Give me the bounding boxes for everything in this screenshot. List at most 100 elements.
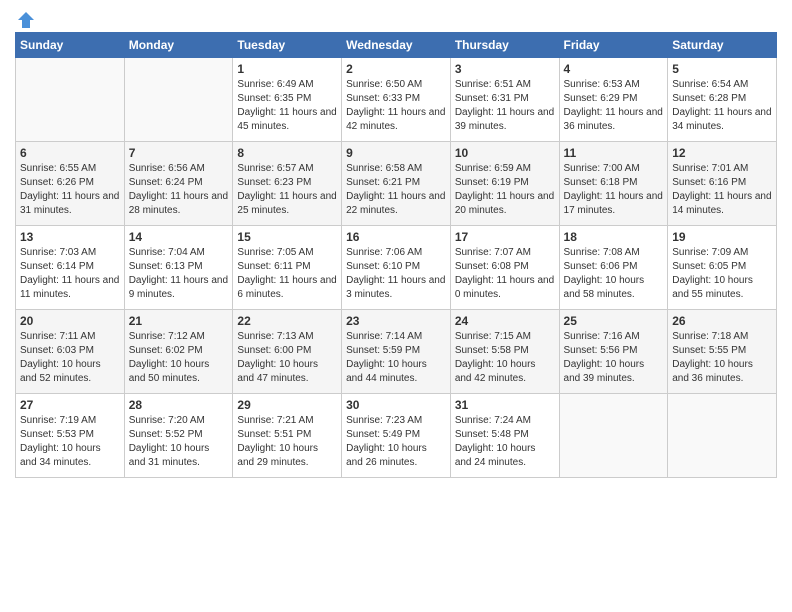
calendar-cell: 12Sunrise: 7:01 AMSunset: 6:16 PMDayligh… <box>668 142 777 226</box>
calendar-cell <box>124 58 233 142</box>
day-number: 12 <box>672 146 772 160</box>
calendar-cell: 8 Sunrise: 6:57 AMSunset: 6:23 PMDaylight… <box>233 142 342 226</box>
day-number: 27 <box>20 398 120 412</box>
calendar-week-row: 13 Sunrise: 7:03 AMSunset: 6:14 PMDayligh… <box>16 226 777 310</box>
day-number: 14 <box>129 230 229 244</box>
day-number: 13 <box>20 230 120 244</box>
day-info: Sunrise: 6:55 AMSunset: 6:26 PMDaylight:… <box>20 162 120 218</box>
weekday-header-row: SundayMondayTuesdayWednesdayThursdayFrid… <box>16 33 777 58</box>
day-number: 5 <box>672 62 772 76</box>
day-info: Sunrise: 7:00 AMSunset: 6:18 PMDaylight:… <box>564 162 664 218</box>
day-info: Sunrise: 7:04 AMSunset: 6:13 PMDaylight:… <box>129 246 229 302</box>
day-info: Sunrise: 6:50 AMSunset: 6:33 PMDaylight:… <box>346 78 446 134</box>
calendar-cell: 16 Sunrise: 7:06 AMSunset: 6:10 PMDayligh… <box>342 226 451 310</box>
calendar-cell: 11 Sunrise: 7:00 AMSunset: 6:18 PMDayligh… <box>559 142 668 226</box>
day-number: 21 <box>129 314 229 328</box>
day-info: Sunrise: 7:07 AMSunset: 6:08 PMDaylight:… <box>455 246 555 302</box>
day-number: 8 <box>237 146 337 160</box>
calendar-cell: 2 Sunrise: 6:50 AMSunset: 6:33 PMDaylight… <box>342 58 451 142</box>
day-number: 30 <box>346 398 446 412</box>
logo <box>15 10 37 26</box>
calendar-cell: 26 Sunrise: 7:18 AMSunset: 5:55 PMDayligh… <box>668 310 777 394</box>
calendar-cell: 3Sunrise: 6:51 AMSunset: 6:31 PMDaylight… <box>450 58 559 142</box>
calendar-cell: 28Sunrise: 7:20 AMSunset: 5:52 PMDayligh… <box>124 394 233 478</box>
calendar-cell: 29 Sunrise: 7:21 AMSunset: 5:51 PMDayligh… <box>233 394 342 478</box>
day-number: 23 <box>346 314 446 328</box>
day-info: Sunrise: 6:54 AMSunset: 6:28 PMDaylight:… <box>672 78 772 134</box>
day-info: Sunrise: 7:12 AMSunset: 6:02 PMDaylight:… <box>129 330 229 386</box>
day-number: 1 <box>237 62 337 76</box>
weekday-header: Sunday <box>16 33 125 58</box>
day-number: 25 <box>564 314 664 328</box>
calendar-cell: 6Sunrise: 6:55 AMSunset: 6:26 PMDaylight… <box>16 142 125 226</box>
day-number: 28 <box>129 398 229 412</box>
calendar-week-row: 27Sunrise: 7:19 AMSunset: 5:53 PMDayligh… <box>16 394 777 478</box>
day-info: Sunrise: 7:03 AMSunset: 6:14 PMDaylight:… <box>20 246 120 302</box>
calendar-cell: 13 Sunrise: 7:03 AMSunset: 6:14 PMDayligh… <box>16 226 125 310</box>
calendar-week-row: 6Sunrise: 6:55 AMSunset: 6:26 PMDaylight… <box>16 142 777 226</box>
day-number: 17 <box>455 230 555 244</box>
calendar-cell: 21 Sunrise: 7:12 AMSunset: 6:02 PMDayligh… <box>124 310 233 394</box>
day-number: 18 <box>564 230 664 244</box>
day-number: 29 <box>237 398 337 412</box>
calendar-cell: 27Sunrise: 7:19 AMSunset: 5:53 PMDayligh… <box>16 394 125 478</box>
calendar-cell: 15 Sunrise: 7:05 AMSunset: 6:11 PMDayligh… <box>233 226 342 310</box>
calendar-cell: 1 Sunrise: 6:49 AMSunset: 6:35 PMDaylight… <box>233 58 342 142</box>
calendar-cell: 10Sunrise: 6:59 AMSunset: 6:19 PMDayligh… <box>450 142 559 226</box>
day-number: 26 <box>672 314 772 328</box>
day-info: Sunrise: 7:06 AMSunset: 6:10 PMDaylight:… <box>346 246 446 302</box>
weekday-header: Thursday <box>450 33 559 58</box>
day-info: Sunrise: 7:24 AMSunset: 5:48 PMDaylight:… <box>455 414 555 470</box>
day-number: 11 <box>564 146 664 160</box>
day-number: 15 <box>237 230 337 244</box>
day-info: Sunrise: 7:16 AMSunset: 5:56 PMDaylight:… <box>564 330 664 386</box>
calendar-cell: 30Sunrise: 7:23 AMSunset: 5:49 PMDayligh… <box>342 394 451 478</box>
calendar-cell: 17 Sunrise: 7:07 AMSunset: 6:08 PMDayligh… <box>450 226 559 310</box>
weekday-header: Monday <box>124 33 233 58</box>
day-number: 9 <box>346 146 446 160</box>
day-number: 19 <box>672 230 772 244</box>
calendar-table: SundayMondayTuesdayWednesdayThursdayFrid… <box>15 32 777 478</box>
day-info: Sunrise: 7:15 AMSunset: 5:58 PMDaylight:… <box>455 330 555 386</box>
day-number: 16 <box>346 230 446 244</box>
day-info: Sunrise: 6:49 AMSunset: 6:35 PMDaylight:… <box>237 78 337 134</box>
calendar-cell <box>668 394 777 478</box>
calendar-cell: 25 Sunrise: 7:16 AMSunset: 5:56 PMDayligh… <box>559 310 668 394</box>
day-number: 7 <box>129 146 229 160</box>
day-info: Sunrise: 6:57 AMSunset: 6:23 PMDaylight:… <box>237 162 337 218</box>
day-number: 4 <box>564 62 664 76</box>
header-area <box>15 10 777 26</box>
calendar-week-row: 20Sunrise: 7:11 AMSunset: 6:03 PMDayligh… <box>16 310 777 394</box>
calendar-cell: 24 Sunrise: 7:15 AMSunset: 5:58 PMDayligh… <box>450 310 559 394</box>
day-number: 31 <box>455 398 555 412</box>
weekday-header: Wednesday <box>342 33 451 58</box>
calendar-cell: 22 Sunrise: 7:13 AMSunset: 6:00 PMDayligh… <box>233 310 342 394</box>
calendar-cell <box>559 394 668 478</box>
calendar-cell: 18Sunrise: 7:08 AMSunset: 6:06 PMDayligh… <box>559 226 668 310</box>
day-info: Sunrise: 6:53 AMSunset: 6:29 PMDaylight:… <box>564 78 664 134</box>
calendar-week-row: 1 Sunrise: 6:49 AMSunset: 6:35 PMDaylight… <box>16 58 777 142</box>
weekday-header: Friday <box>559 33 668 58</box>
day-number: 22 <box>237 314 337 328</box>
day-info: Sunrise: 7:18 AMSunset: 5:55 PMDaylight:… <box>672 330 772 386</box>
weekday-header: Saturday <box>668 33 777 58</box>
day-info: Sunrise: 7:05 AMSunset: 6:11 PMDaylight:… <box>237 246 337 302</box>
weekday-header: Tuesday <box>233 33 342 58</box>
calendar-cell: 23 Sunrise: 7:14 AMSunset: 5:59 PMDayligh… <box>342 310 451 394</box>
day-number: 2 <box>346 62 446 76</box>
day-number: 10 <box>455 146 555 160</box>
day-number: 3 <box>455 62 555 76</box>
day-info: Sunrise: 7:09 AMSunset: 6:05 PMDaylight:… <box>672 246 772 302</box>
calendar-cell <box>16 58 125 142</box>
day-info: Sunrise: 7:13 AMSunset: 6:00 PMDaylight:… <box>237 330 337 386</box>
calendar-cell: 14 Sunrise: 7:04 AMSunset: 6:13 PMDayligh… <box>124 226 233 310</box>
day-info: Sunrise: 7:14 AMSunset: 5:59 PMDaylight:… <box>346 330 446 386</box>
calendar-cell: 4 Sunrise: 6:53 AMSunset: 6:29 PMDaylight… <box>559 58 668 142</box>
calendar-cell: 20Sunrise: 7:11 AMSunset: 6:03 PMDayligh… <box>16 310 125 394</box>
day-number: 20 <box>20 314 120 328</box>
calendar-cell: 19 Sunrise: 7:09 AMSunset: 6:05 PMDayligh… <box>668 226 777 310</box>
day-number: 24 <box>455 314 555 328</box>
day-info: Sunrise: 7:21 AMSunset: 5:51 PMDaylight:… <box>237 414 337 470</box>
page-container: SundayMondayTuesdayWednesdayThursdayFrid… <box>0 0 792 488</box>
calendar-cell: 5 Sunrise: 6:54 AMSunset: 6:28 PMDaylight… <box>668 58 777 142</box>
